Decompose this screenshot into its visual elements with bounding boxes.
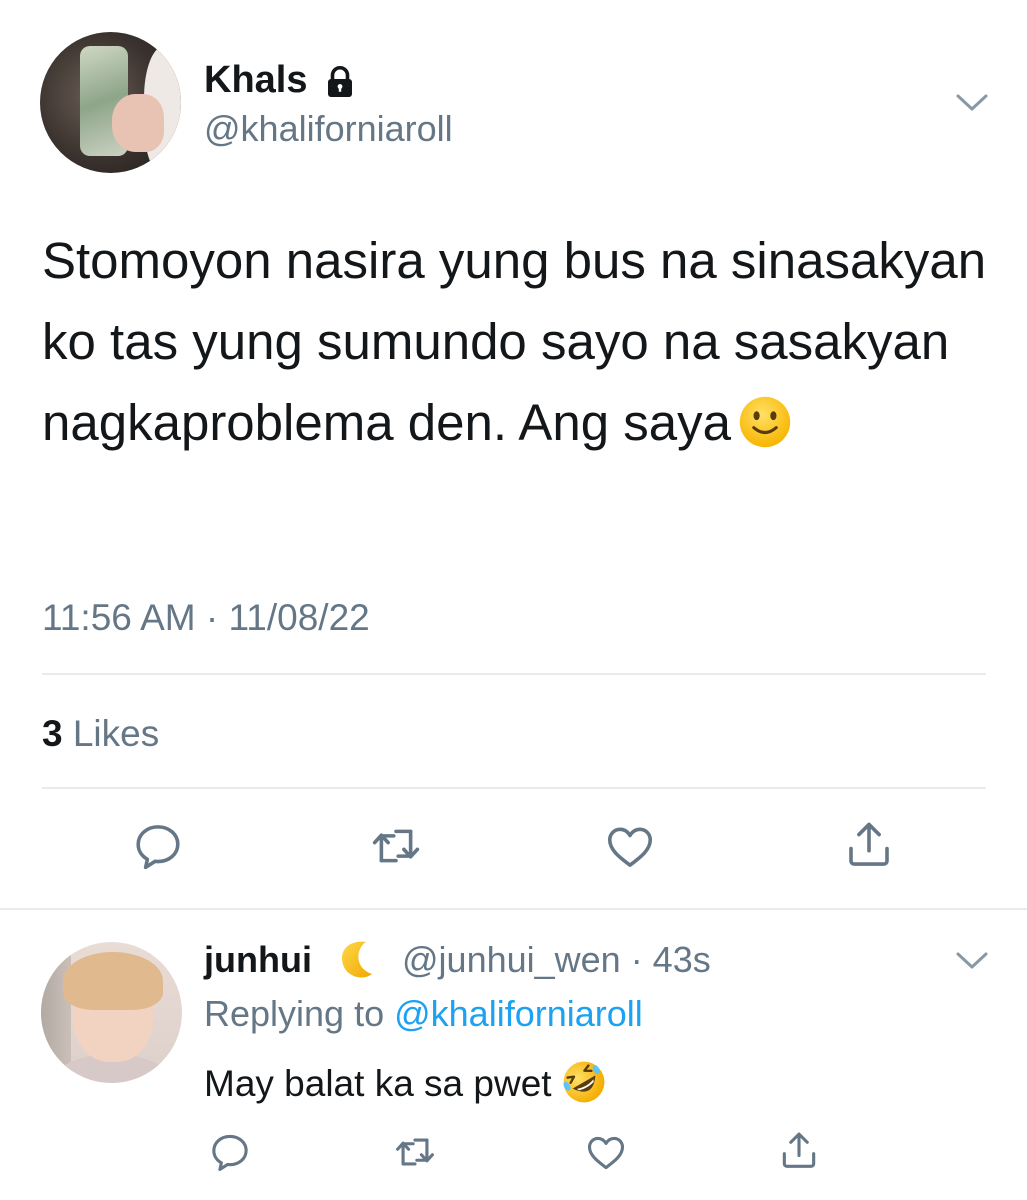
reply-author-display-name[interactable]: junhui (204, 938, 312, 982)
tweet-body: Stomoyon nasira yung bus na sinasakyan k… (42, 220, 1002, 463)
likes-count: 3 (42, 713, 63, 754)
divider (42, 787, 986, 789)
tweet-separator (0, 908, 1027, 910)
likes-summary[interactable]: 3 Likes (42, 712, 159, 756)
reply-author-avatar[interactable] (41, 942, 182, 1083)
reply-body: May balat ka sa pwet (204, 1058, 608, 1107)
replying-to-handle-link[interactable]: @khaliforniaroll (394, 993, 643, 1034)
like-icon[interactable] (603, 819, 657, 873)
share-icon[interactable] (842, 817, 896, 871)
replying-to: Replying to @khaliforniaroll (204, 992, 643, 1036)
lock-icon (328, 66, 352, 97)
tweet-text: Stomoyon nasira yung bus na sinasakyan k… (42, 232, 987, 451)
reply-handle-and-time[interactable]: @junhui_wen · 43s (402, 938, 711, 982)
crescent-moon-icon (342, 941, 372, 978)
replying-to-prefix: Replying to (204, 993, 395, 1034)
reply-icon[interactable] (131, 819, 185, 873)
slightly-smiling-face-icon (739, 396, 791, 448)
divider (42, 673, 986, 675)
likes-label: Likes (72, 713, 160, 754)
tweet-timestamp[interactable]: 11:56 AM · 11/08/22 (42, 596, 370, 640)
retweet-icon[interactable] (393, 1130, 437, 1174)
chevron-down-icon[interactable] (955, 92, 989, 114)
rolling-on-floor-laughing-icon (563, 1061, 604, 1103)
share-icon[interactable] (777, 1128, 821, 1172)
author-display-name[interactable]: Khals (204, 58, 307, 102)
reply-text: May balat ka sa pwet (204, 1063, 552, 1104)
author-handle[interactable]: @khaliforniaroll (204, 108, 453, 150)
author-avatar[interactable] (40, 32, 181, 173)
chevron-down-icon[interactable] (955, 950, 989, 972)
like-icon[interactable] (584, 1130, 628, 1174)
retweet-icon[interactable] (369, 819, 423, 873)
reply-icon[interactable] (208, 1130, 252, 1174)
